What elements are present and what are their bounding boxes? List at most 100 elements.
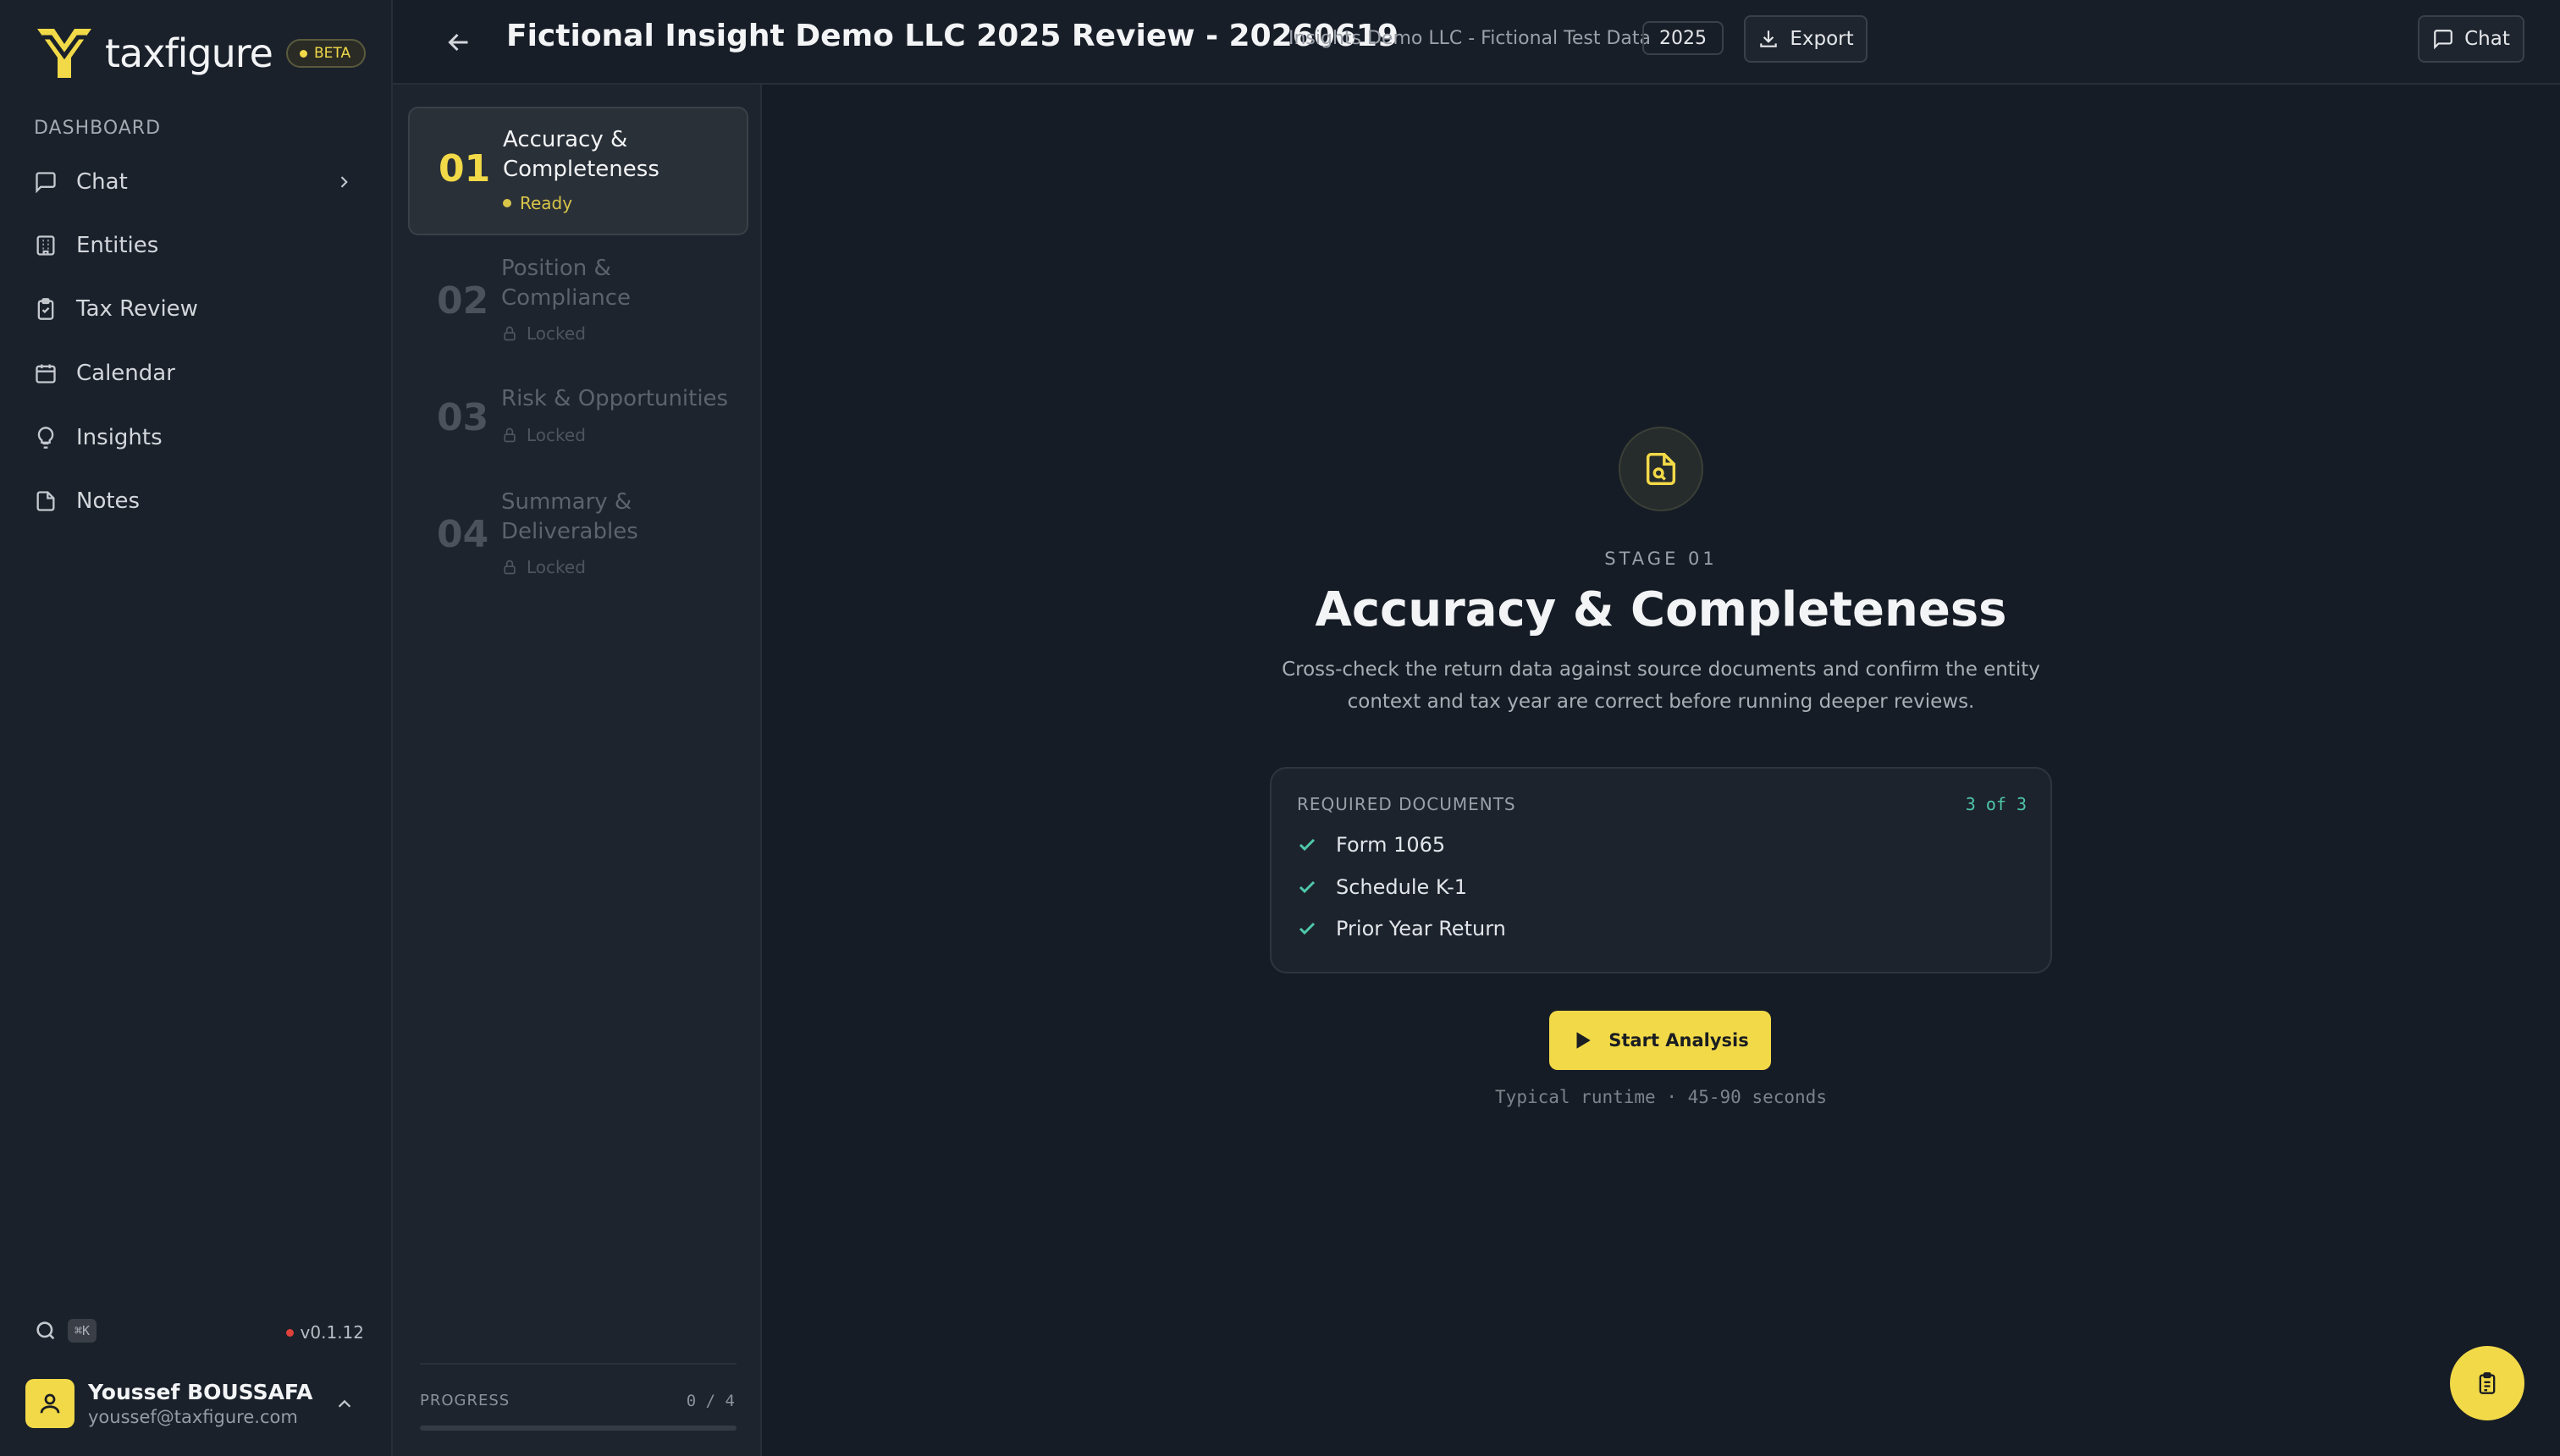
status-dot: [285, 1328, 294, 1337]
progress-bar: [420, 1426, 737, 1431]
sidebar-item-chat[interactable]: Chat: [34, 158, 366, 206]
sidebar-item-label: Notes: [76, 488, 141, 514]
sidebar: taxfigure BETA DASHBOARD Chat Entities T…: [0, 0, 393, 1456]
stage-card-03[interactable]: 03 Risk & Opportunities Locked: [408, 384, 748, 461]
message-square-icon: [36, 172, 56, 194]
stage-number: 02: [437, 279, 489, 323]
divider: [420, 1363, 737, 1365]
floating-action-button[interactable]: [2450, 1346, 2524, 1420]
search-shortcut: ⌘K: [68, 1319, 97, 1343]
play-icon: [1576, 1032, 1591, 1049]
stage-panel: 01 Accuracy & Completeness Ready 02 Posi…: [393, 85, 762, 1456]
chat-button[interactable]: Chat: [2418, 15, 2524, 63]
page-title: Fictional Insight Demo LLC 2025 Review -…: [506, 19, 1399, 53]
avatar: [25, 1379, 74, 1428]
stage-number: 01: [439, 147, 491, 190]
export-label: Export: [1790, 28, 1854, 50]
stage-icon: [1619, 427, 1703, 511]
chevron-right-icon: [340, 176, 348, 188]
lock-icon: [504, 326, 516, 341]
page-subtitle: Insights Demo LLC - Fictional Test Data: [1288, 28, 1651, 49]
sidebar-item-tax-review[interactable]: Tax Review: [34, 285, 366, 333]
calendar-icon: [36, 364, 56, 383]
version-label: v0.1.12: [300, 1322, 364, 1343]
version-indicator: v0.1.12: [285, 1322, 364, 1343]
status-dot: [503, 199, 511, 207]
building-icon: [36, 235, 55, 256]
document-item: Form 1065: [1297, 833, 1445, 857]
document-item: Prior Year Return: [1297, 917, 1506, 940]
beta-dot: [299, 49, 307, 58]
stage-title: Risk & Opportunities: [501, 386, 729, 411]
download-icon: [1760, 30, 1778, 47]
file-search-icon: [1646, 453, 1676, 485]
sidebar-item-label: Calendar: [76, 361, 175, 386]
stage-status: Ready: [503, 193, 572, 213]
required-documents-card: REQUIRED DOCUMENTS 3 of 3 Form 1065 Sche…: [1270, 767, 2052, 973]
beta-label: BETA: [313, 45, 351, 62]
docs-count: 3 of 3: [1965, 794, 2027, 814]
beta-badge: BETA: [285, 39, 367, 68]
user-menu[interactable]: Youssef BOUSSAFA youssef@taxfigure.com: [25, 1376, 372, 1431]
sidebar-item-calendar[interactable]: Calendar: [34, 350, 366, 397]
year-badge: 2025: [1642, 21, 1724, 55]
stage-status-label: Locked: [527, 323, 586, 344]
stage-status-label: Locked: [527, 557, 586, 577]
document-name: Prior Year Return: [1336, 917, 1506, 940]
sidebar-item-label: Chat: [76, 169, 128, 195]
user-name: Youssef BOUSSAFA: [88, 1380, 313, 1404]
user-icon: [40, 1393, 60, 1414]
sidebar-section-label: DASHBOARD: [34, 118, 162, 139]
document-name: Schedule K-1: [1336, 875, 1468, 899]
export-button[interactable]: Export: [1744, 15, 1868, 63]
check-icon: [1299, 922, 1316, 935]
stage-status-label: Ready: [520, 193, 573, 213]
lightbulb-icon: [37, 427, 54, 449]
chevron-up-icon: [338, 1399, 351, 1408]
stage-number: 03: [437, 396, 489, 439]
stage-title: Accuracy & Completeness: [503, 127, 659, 182]
stage-status: Locked: [501, 323, 586, 344]
progress-count: 0 / 4: [686, 1392, 735, 1410]
sidebar-item-label: Entities: [76, 233, 159, 258]
stage-status: Locked: [501, 557, 586, 577]
start-analysis-label: Start Analysis: [1608, 1030, 1749, 1051]
lock-icon: [504, 427, 516, 443]
arrow-left-icon[interactable]: [444, 27, 474, 58]
stage-heading: Accuracy & Completeness: [1315, 582, 2007, 637]
search-icon: [36, 1321, 55, 1340]
runtime-note: Typical runtime · 45-90 seconds: [1495, 1087, 1827, 1107]
top-bar: Fictional Insight Demo LLC 2025 Review -…: [393, 0, 2560, 85]
stage-card-01[interactable]: 01 Accuracy & Completeness Ready: [408, 107, 748, 235]
stage-number: 04: [437, 513, 489, 556]
sidebar-item-label: Tax Review: [76, 296, 198, 322]
sidebar-item-insights[interactable]: Insights: [34, 414, 366, 461]
sidebar-item-notes[interactable]: Notes: [34, 477, 366, 525]
stage-card-04[interactable]: 04 Summary & Deliverables Locked: [408, 488, 748, 589]
check-icon: [1299, 880, 1316, 894]
stage-status-label: Locked: [527, 425, 586, 445]
stage-description: Cross-check the return data against sour…: [1282, 659, 2040, 713]
lock-icon: [504, 560, 516, 575]
sidebar-item-entities[interactable]: Entities: [34, 222, 366, 269]
progress-label: PROGRESS: [420, 1392, 510, 1409]
file-icon: [36, 491, 55, 511]
stage-card-02[interactable]: 02 Position & Compliance Locked: [408, 254, 748, 356]
stage-status: Locked: [501, 425, 586, 445]
message-square-icon: [2434, 30, 2452, 50]
taxfigure-logo-icon: [37, 29, 91, 78]
stage-title: Position & Compliance: [501, 256, 632, 311]
clipboard-list-icon: [2479, 1372, 2496, 1394]
document-item: Schedule K-1: [1297, 875, 1467, 899]
chat-label: Chat: [2464, 28, 2510, 50]
start-analysis-button[interactable]: Start Analysis: [1549, 1011, 1771, 1070]
docs-title: REQUIRED DOCUMENTS: [1297, 794, 1516, 814]
stage-eyebrow: STAGE 01: [1604, 549, 1718, 569]
user-email: youssef@taxfigure.com: [88, 1407, 298, 1427]
logo[interactable]: taxfigure BETA: [34, 25, 367, 81]
brand-name: taxfigure: [105, 30, 273, 76]
stage-title: Summary & Deliverables: [501, 489, 638, 544]
sidebar-item-label: Insights: [76, 425, 163, 450]
document-name: Form 1065: [1336, 833, 1446, 857]
search-trigger[interactable]: ⌘K: [34, 1319, 97, 1343]
